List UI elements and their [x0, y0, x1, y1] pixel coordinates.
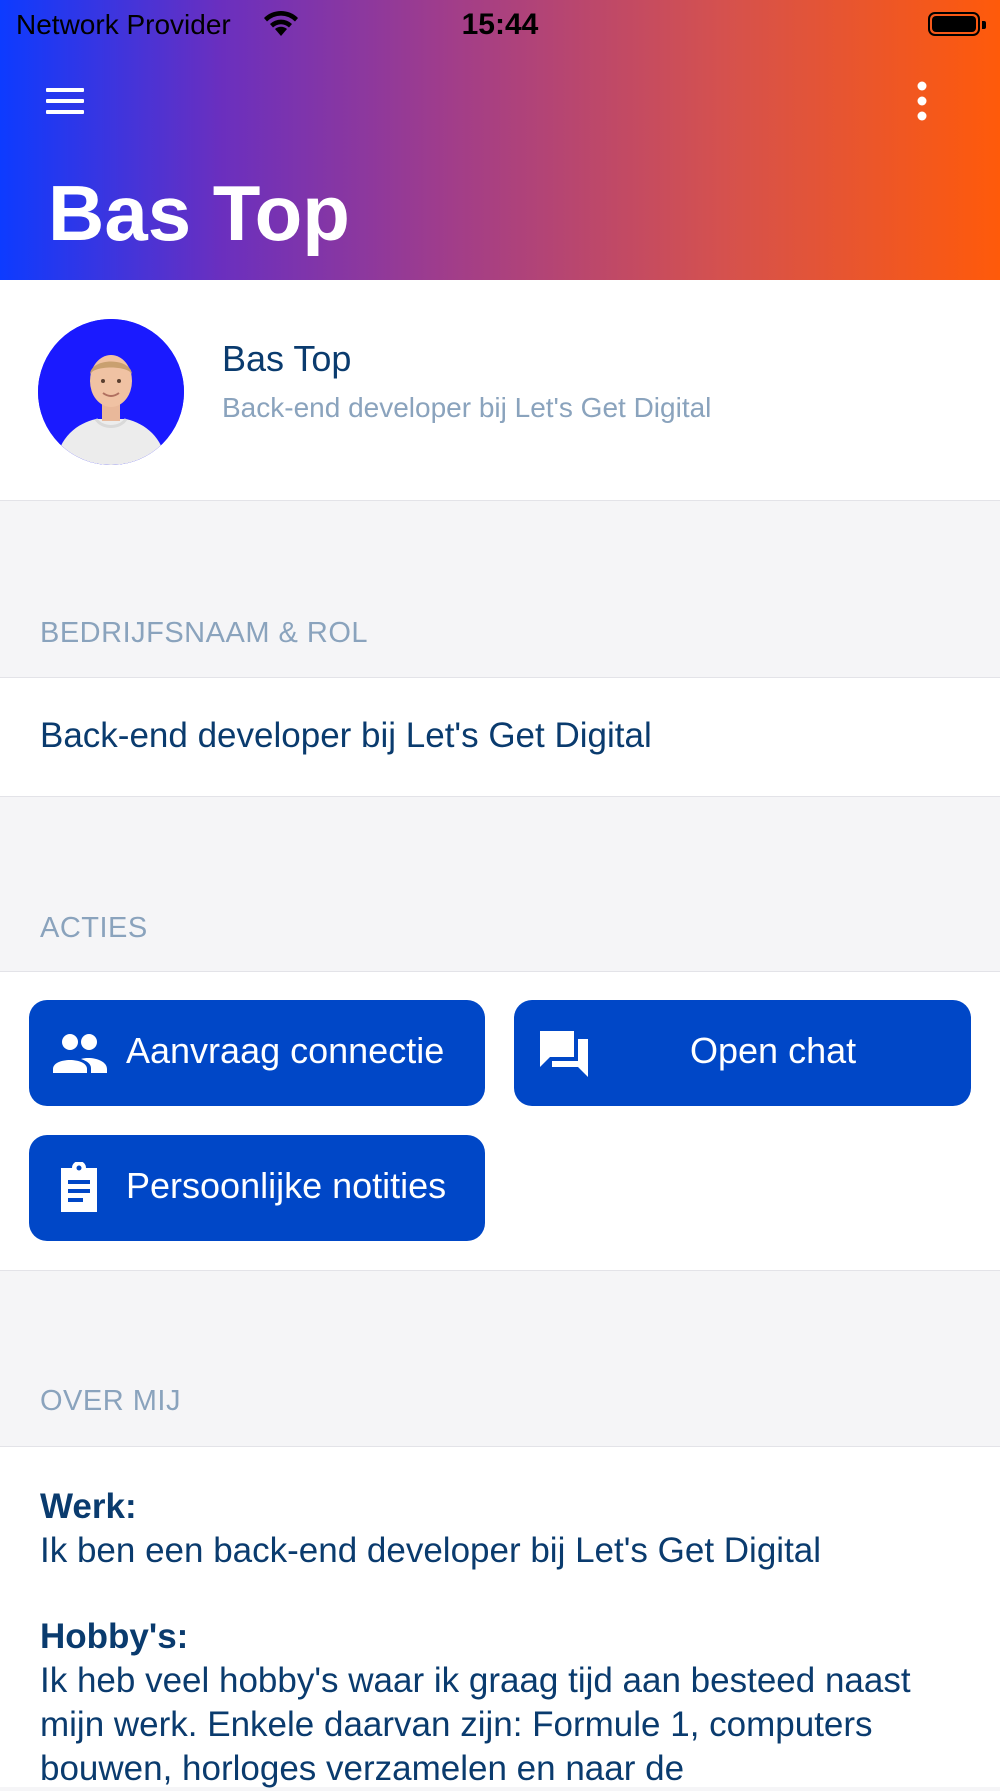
section-label-about: OVER MIJ — [40, 1385, 181, 1417]
profile-role: Back-end developer bij Let's Get Digital — [222, 392, 712, 423]
battery-icon — [928, 12, 986, 36]
request-connection-button[interactable]: Aanvraag connectie — [29, 1000, 485, 1106]
company-role-value: Back-end developer bij Let's Get Digital — [40, 716, 652, 755]
people-icon — [53, 1034, 107, 1073]
personal-notes-label: Persoonlijke notities — [126, 1165, 447, 1206]
profile-name: Bas Top — [222, 338, 352, 379]
app-header: Network Provider 15:44 Bas Top — [0, 0, 1000, 280]
open-chat-label: Open chat — [690, 1030, 857, 1071]
person-photo — [38, 319, 184, 465]
vertical-dots-icon — [917, 81, 927, 121]
status-time: 15:44 — [461, 8, 539, 41]
section-label-company: BEDRIJFSNAAM & ROL — [40, 617, 369, 649]
open-chat-button[interactable]: Open chat — [514, 1000, 971, 1106]
avatar[interactable] — [38, 319, 184, 465]
hobby-heading: Hobby's: — [40, 1617, 189, 1656]
status-bar: Network Provider 15:44 — [0, 0, 1000, 50]
more-options-button[interactable] — [906, 76, 938, 126]
clipboard-icon — [61, 1162, 97, 1212]
hobby-text: Ik heb veel hobby's waar ik graag tijd a… — [40, 1661, 911, 1788]
personal-notes-button[interactable]: Persoonlijke notities — [29, 1135, 485, 1241]
menu-button[interactable] — [46, 80, 100, 124]
work-heading: Werk: — [40, 1487, 137, 1526]
work-text: Ik ben een back-end developer bij Let's … — [40, 1531, 822, 1570]
company-role-card: Back-end developer bij Let's Get Digital — [0, 677, 1000, 797]
actions-card: Aanvraag connectie Open chat Persoonlijk… — [0, 971, 1000, 1271]
profile-card: Bas Top Back-end developer bij Let's Get… — [0, 280, 1000, 501]
section-label-actions: ACTIES — [40, 912, 148, 944]
page-title: Bas Top — [48, 169, 350, 257]
request-connection-label: Aanvraag connectie — [126, 1030, 445, 1071]
chat-icon — [540, 1031, 588, 1077]
about-card: Werk: Ik ben een back-end developer bij … — [0, 1446, 1000, 1788]
hamburger-menu-icon — [46, 88, 84, 114]
